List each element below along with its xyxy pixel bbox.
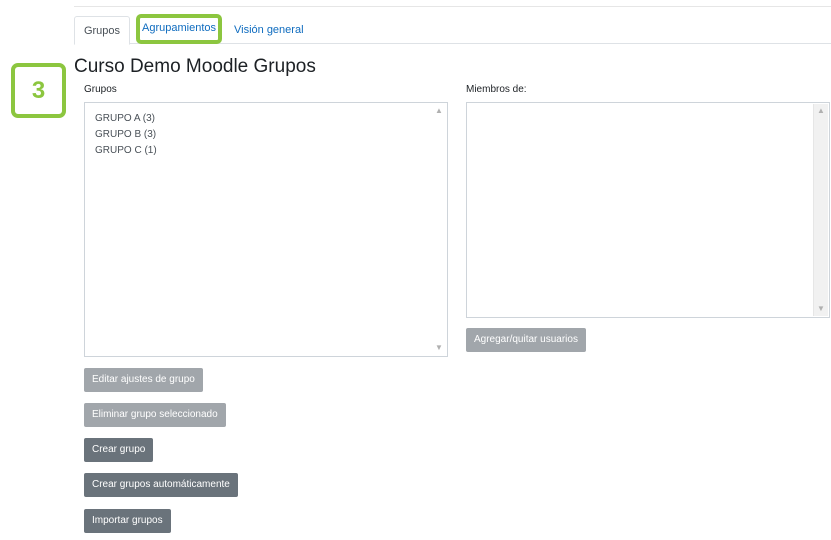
groups-label: Grupos [84,84,117,95]
group-option[interactable]: GRUPO A (3) [95,111,157,127]
import-groups-button[interactable]: Importar grupos [84,509,171,533]
groups-page: Grupos Agrupamientos Visión general 3 Cu… [0,0,831,540]
edit-group-settings-button[interactable]: Editar ajustes de grupo [84,368,203,392]
tab-bar: Grupos Agrupamientos Visión general [74,14,831,45]
page-title: Curso Demo Moodle Grupos [74,56,316,77]
step-number-badge: 3 [11,63,66,118]
tab-vision-general[interactable]: Visión general [234,16,304,44]
groups-option-list: GRUPO A (3) GRUPO B (3) GRUPO C (1) [95,111,157,159]
tab-agrupamientos[interactable]: Agrupamientos [136,14,222,44]
create-group-button[interactable]: Crear grupo [84,438,154,462]
chevron-up-icon[interactable]: ▲ [814,105,828,117]
chevron-down-icon[interactable]: ▼ [432,342,446,354]
top-divider [74,6,831,7]
groups-select[interactable]: GRUPO A (3) GRUPO B (3) GRUPO C (1) ▲ ▼ [84,102,448,357]
tab-grupos[interactable]: Grupos [74,16,130,45]
members-select[interactable]: ▲ ▼ [466,102,830,318]
groups-scrollbar[interactable]: ▲ ▼ [432,104,446,355]
members-label: Miembros de: [466,84,527,95]
group-option[interactable]: GRUPO B (3) [95,127,157,143]
add-remove-users-button[interactable]: Agregar/quitar usuarios [466,328,586,352]
chevron-down-icon[interactable]: ▼ [814,303,828,315]
members-scrollbar[interactable]: ▲ ▼ [813,104,828,316]
delete-selected-group-button[interactable]: Eliminar grupo seleccionado [84,403,226,427]
auto-create-groups-button[interactable]: Crear grupos automáticamente [84,473,238,497]
group-option[interactable]: GRUPO C (1) [95,143,157,159]
chevron-up-icon[interactable]: ▲ [432,105,446,117]
